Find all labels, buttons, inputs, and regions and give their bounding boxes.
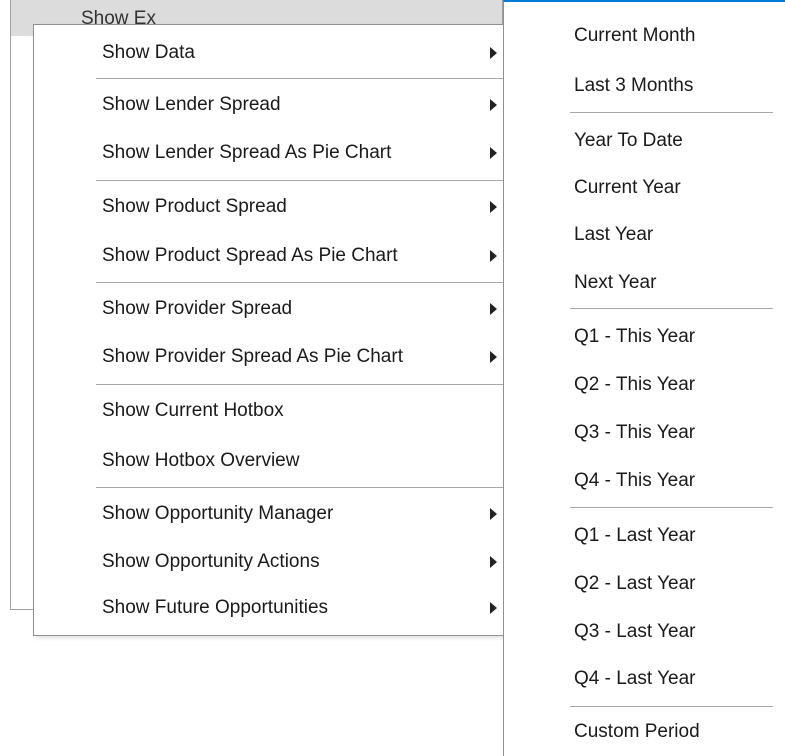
submenu-arrow-icon <box>490 556 497 568</box>
menu-item-label: Show Data <box>102 42 195 63</box>
submenu-item-label: Q4 - Last Year <box>574 668 696 689</box>
menu-item-show-lender-spread-pie[interactable]: Show Lender Spread As Pie Chart <box>35 129 519 177</box>
submenu-item-label: Last Year <box>574 224 654 245</box>
submenu-item-custom-period[interactable]: Custom Period <box>504 708 785 756</box>
menu-item-show-product-spread[interactable]: Show Product Spread <box>35 183 519 231</box>
submenu-item-current-year[interactable]: Current Year <box>504 164 785 212</box>
submenu-item-q4-last-year[interactable]: Q4 - Last Year <box>504 655 785 703</box>
submenu-item-q1-this-year[interactable]: Q1 - This Year <box>504 313 785 361</box>
submenu-item-current-month[interactable]: Current Month <box>504 12 785 60</box>
submenu-item-label: Q1 - Last Year <box>574 525 696 546</box>
submenu-item-q2-this-year[interactable]: Q2 - This Year <box>504 361 785 409</box>
submenu-item-label: Last 3 Months <box>574 75 694 96</box>
menu-item-label: Show Provider Spread As Pie Chart <box>102 346 403 367</box>
submenu-separator <box>570 507 773 508</box>
menu-item-show-provider-spread[interactable]: Show Provider Spread <box>35 285 519 333</box>
submenu-item-label: Current Year <box>574 177 681 198</box>
submenu-item-label: Q4 - This Year <box>574 470 696 491</box>
menu-item-label: Show Lender Spread As Pie Chart <box>102 142 392 163</box>
menu-item-show-opportunity-manager[interactable]: Show Opportunity Manager <box>35 490 519 538</box>
submenu-item-year-to-date[interactable]: Year To Date <box>504 117 785 165</box>
submenu-item-label: Custom Period <box>574 721 700 742</box>
submenu-arrow-icon <box>490 147 497 159</box>
menu-separator <box>96 78 504 79</box>
menu-item-label: Show Product Spread As Pie Chart <box>102 245 398 266</box>
submenu-arrow-icon <box>490 351 497 363</box>
menu-item-show-hotbox-overview[interactable]: Show Hotbox Overview <box>35 437 519 485</box>
menu-item-show-opportunity-actions[interactable]: Show Opportunity Actions <box>35 538 519 586</box>
menu-item-label: Show Product Spread <box>102 196 287 217</box>
submenu-item-q3-last-year[interactable]: Q3 - Last Year <box>504 608 785 656</box>
menu-item-show-provider-spread-pie[interactable]: Show Provider Spread As Pie Chart <box>35 333 519 381</box>
menu-item-label: Show Opportunity Manager <box>102 503 334 524</box>
submenu-item-next-year[interactable]: Next Year <box>504 259 785 307</box>
submenu-arrow-icon <box>490 508 497 520</box>
submenu-separator <box>570 112 773 113</box>
menu-item-label: Show Provider Spread <box>102 298 293 319</box>
submenu-item-label: Q3 - This Year <box>574 422 696 443</box>
submenu-item-last-year[interactable]: Last Year <box>504 211 785 259</box>
menu-separator <box>96 282 504 283</box>
submenu-item-last-3-months[interactable]: Last 3 Months <box>504 62 785 110</box>
menu-item-show-product-spread-pie[interactable]: Show Product Spread As Pie Chart <box>35 232 519 280</box>
submenu-item-label: Next Year <box>574 272 657 293</box>
menu-item-show-data[interactable]: Show Data <box>35 29 519 77</box>
submenu-item-label: Q2 - Last Year <box>574 573 696 594</box>
submenu-item-label: Year To Date <box>574 130 683 151</box>
menu-item-label: Show Future Opportunities <box>102 597 329 618</box>
submenu-item-q3-this-year[interactable]: Q3 - This Year <box>504 409 785 457</box>
menu-item-show-current-hotbox[interactable]: Show Current Hotbox <box>35 387 519 435</box>
submenu-item-label: Current Month <box>574 25 696 46</box>
submenu-arrow-icon <box>490 602 497 614</box>
menu-separator <box>96 487 504 488</box>
period-submenu: Current Month Last 3 Months Year To Date… <box>503 0 785 756</box>
submenu-item-label: Q3 - Last Year <box>574 621 696 642</box>
submenu-item-label: Q2 - This Year <box>574 374 696 395</box>
submenu-arrow-icon <box>490 250 497 262</box>
submenu-item-q4-this-year[interactable]: Q4 - This Year <box>504 457 785 505</box>
submenu-arrow-icon <box>490 47 497 59</box>
submenu-item-q2-last-year[interactable]: Q2 - Last Year <box>504 560 785 608</box>
submenu-arrow-icon <box>490 201 497 213</box>
menu-separator <box>96 180 504 181</box>
context-menu: Show Data Show Lender Spread Show Lender… <box>33 24 521 636</box>
submenu-item-q1-last-year[interactable]: Q1 - Last Year <box>504 512 785 560</box>
submenu-separator <box>570 706 773 707</box>
menu-item-label: Show Current Hotbox <box>102 400 284 421</box>
menu-item-show-lender-spread[interactable]: Show Lender Spread <box>35 81 519 129</box>
menu-item-show-future-opportunities[interactable]: Show Future Opportunities <box>35 584 519 632</box>
submenu-separator <box>570 308 773 309</box>
menu-separator <box>96 384 504 385</box>
submenu-arrow-icon <box>490 303 497 315</box>
menu-item-label: Show Hotbox Overview <box>102 450 300 471</box>
menu-item-label: Show Opportunity Actions <box>102 551 320 572</box>
menu-item-label: Show Lender Spread <box>102 94 281 115</box>
submenu-item-label: Q1 - This Year <box>574 326 696 347</box>
submenu-arrow-icon <box>490 99 497 111</box>
